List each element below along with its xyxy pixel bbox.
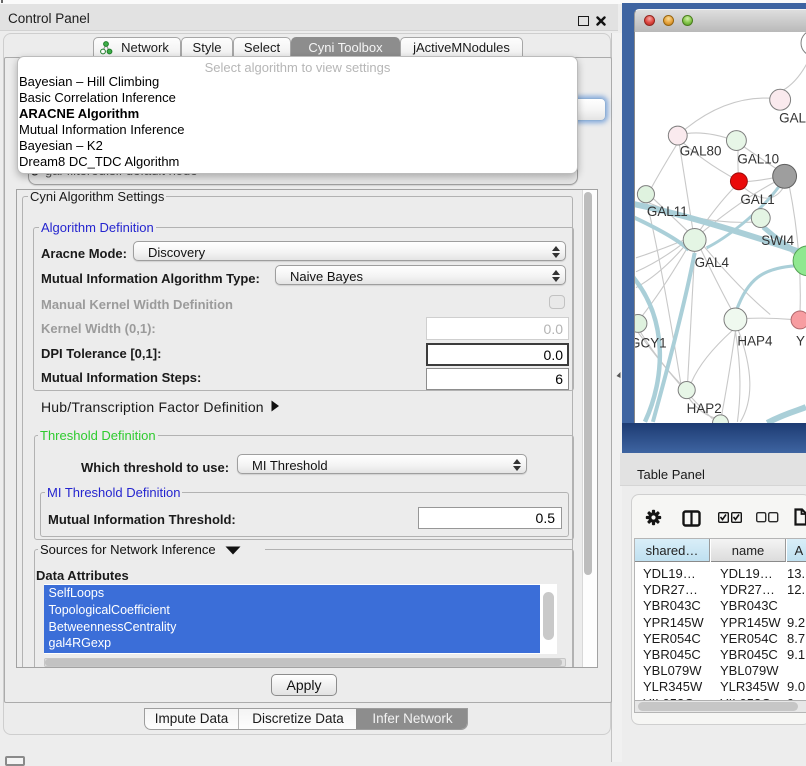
svg-text:GCY1: GCY1 bbox=[634, 335, 667, 350]
svg-text:HAP4: HAP4 bbox=[737, 333, 773, 348]
svg-text:GAL11: GAL11 bbox=[647, 204, 688, 219]
svg-text:GAL10: GAL10 bbox=[737, 151, 779, 166]
svg-text:YD: YD bbox=[796, 333, 806, 348]
svg-text:GAL1: GAL1 bbox=[740, 192, 774, 207]
svg-text:GAL4: GAL4 bbox=[695, 255, 730, 270]
svg-text:GAL2: GAL2 bbox=[779, 111, 806, 126]
svg-text:HAP2: HAP2 bbox=[687, 401, 722, 416]
svg-text:GAL80: GAL80 bbox=[680, 143, 722, 158]
svg-text:SWI4: SWI4 bbox=[761, 233, 794, 248]
